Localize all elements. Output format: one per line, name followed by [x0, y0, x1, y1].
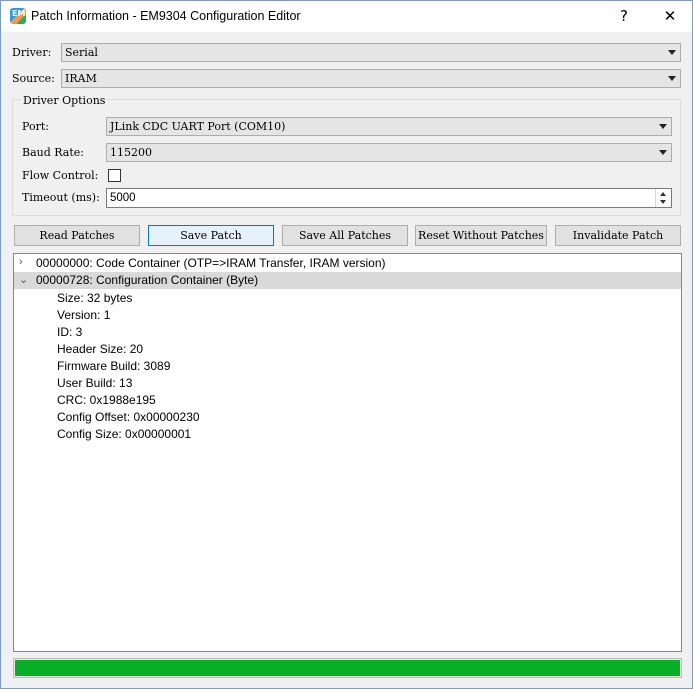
timeout-spinbox[interactable]: 5000 [106, 188, 672, 208]
tree-child-id[interactable]: ID: 3 [57, 325, 82, 339]
spin-down-icon[interactable] [660, 200, 666, 204]
tree-child-config-offset[interactable]: Config Offset: 0x00000230 [57, 410, 200, 424]
tree-node-label: 00000728: Configuration Container (Byte) [36, 273, 259, 287]
driver-value: Serial [65, 46, 98, 59]
close-button[interactable]: ✕ [647, 1, 693, 32]
tree-child-header-size[interactable]: Header Size: 20 [57, 342, 143, 356]
tree-child-user-build[interactable]: User Build: 13 [57, 376, 132, 390]
help-button[interactable]: ? [601, 1, 647, 32]
baud-rate-label: Baud Rate: [22, 146, 84, 159]
dialog-window: EM Patch Information - EM9304 Configurat… [0, 0, 693, 689]
chevron-down-icon [668, 50, 676, 55]
spin-buttons[interactable] [655, 189, 671, 207]
title-bar[interactable]: EM Patch Information - EM9304 Configurat… [1, 1, 692, 32]
spin-up-icon[interactable] [660, 192, 666, 196]
flow-control-label: Flow Control: [22, 169, 99, 182]
port-label: Port: [22, 120, 49, 133]
chevron-down-icon [668, 76, 676, 81]
save-all-patches-button[interactable]: Save All Patches [282, 225, 408, 246]
chevron-down-icon [659, 150, 667, 155]
source-value: IRAM [65, 72, 97, 85]
driver-label: Driver: [12, 46, 52, 59]
baud-rate-select[interactable]: 115200 [106, 143, 672, 162]
tree-node-code-container[interactable]: › 00000000: Code Container (OTP=>IRAM Tr… [14, 255, 681, 272]
flow-control-checkbox[interactable] [108, 169, 121, 182]
tree-node-label: 00000000: Code Container (OTP=>IRAM Tran… [36, 256, 386, 270]
tree-child-size[interactable]: Size: 32 bytes [57, 291, 132, 305]
save-patch-button[interactable]: Save Patch [148, 225, 274, 246]
baud-rate-value: 115200 [110, 146, 152, 159]
chevron-down-icon[interactable]: ⌄ [19, 273, 28, 286]
source-label: Source: [12, 72, 55, 85]
timeout-label: Timeout (ms): [22, 191, 100, 204]
tree-node-config-container[interactable]: ⌄ 00000728: Configuration Container (Byt… [14, 272, 681, 289]
progress-fill [15, 660, 680, 676]
driver-options-title: Driver Options [21, 94, 108, 107]
source-select[interactable]: IRAM [61, 69, 681, 88]
reset-without-patches-button[interactable]: Reset Without Patches [415, 225, 547, 246]
tree-child-firmware-build[interactable]: Firmware Build: 3089 [57, 359, 170, 373]
chevron-right-icon[interactable]: › [19, 256, 23, 268]
port-value: JLink CDC UART Port (COM10) [110, 120, 286, 133]
read-patches-button[interactable]: Read Patches [14, 225, 140, 246]
progress-bar [13, 658, 682, 678]
tree-child-crc[interactable]: CRC: 0x1988e195 [57, 393, 156, 407]
invalidate-patch-button[interactable]: Invalidate Patch [555, 225, 681, 246]
tree-child-config-size[interactable]: Config Size: 0x00000001 [57, 427, 191, 441]
driver-select[interactable]: Serial [61, 43, 681, 62]
window-title: Patch Information - EM9304 Configuration… [31, 9, 301, 23]
chevron-down-icon [659, 124, 667, 129]
timeout-value: 5000 [110, 192, 136, 204]
app-icon: EM [10, 8, 26, 24]
tree-child-version[interactable]: Version: 1 [57, 308, 110, 322]
patch-tree[interactable]: › 00000000: Code Container (OTP=>IRAM Tr… [13, 253, 682, 652]
port-select[interactable]: JLink CDC UART Port (COM10) [106, 117, 672, 136]
